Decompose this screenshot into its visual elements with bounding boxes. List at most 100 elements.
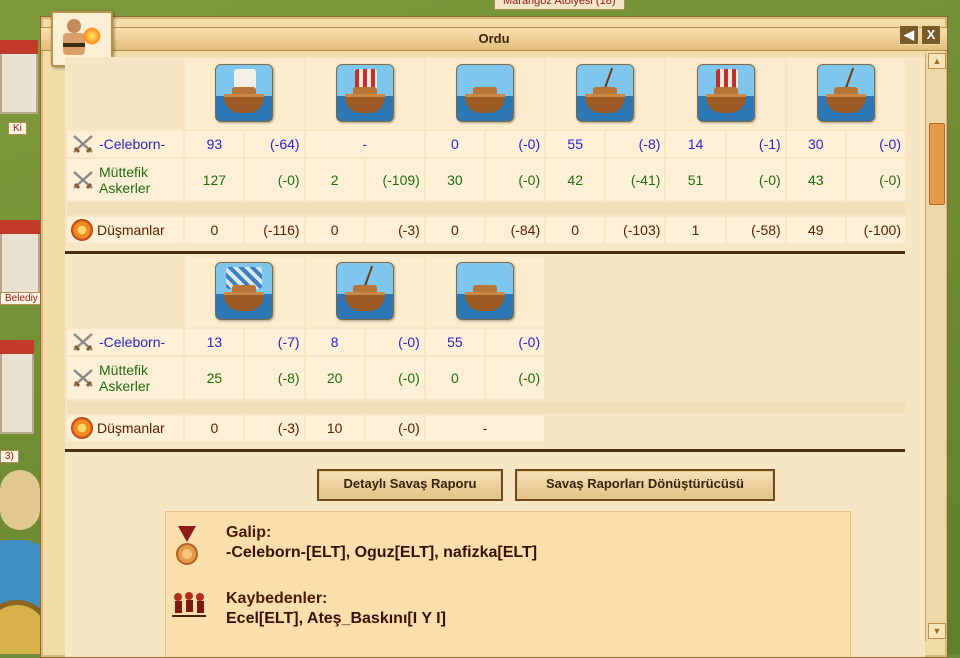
unit-loss: (-0) <box>365 357 424 399</box>
colony-ship-icon <box>215 261 274 320</box>
unit-count: 51 <box>666 159 725 201</box>
allies-row: Müttefik Askerler 25 (-8) 20 (-0) 0 (-0) <box>67 357 905 399</box>
enemies-row: Düşmanlar 0 (-3) 10 (-0) - <box>67 415 905 441</box>
unit-loss: (-0) <box>726 159 785 201</box>
unit-loss: (-64) <box>245 131 304 157</box>
unit-cell[interactable] <box>305 59 424 129</box>
unit-count: 14 <box>666 131 725 157</box>
player-name-link[interactable]: -Celeborn- <box>99 334 165 350</box>
unit-count: 13 <box>185 329 244 355</box>
map-building-label[interactable]: 3) <box>0 450 19 463</box>
unit-count: 10 <box>305 415 364 441</box>
winners-title: Galip: <box>226 524 272 541</box>
enemies-label: Düşmanlar <box>97 420 165 436</box>
unit-count: 8 <box>305 329 364 355</box>
map-building-label[interactable]: Belediy <box>0 292 43 305</box>
back-button[interactable]: ◀ <box>899 25 919 45</box>
unit-loss: (-3) <box>365 217 424 243</box>
unit-loss: (-0) <box>365 329 424 355</box>
unit-loss: (-0) <box>485 131 545 157</box>
fire-ship-icon <box>335 63 394 122</box>
unit-count: 0 <box>546 217 605 243</box>
player-name-link[interactable]: -Celeborn- <box>99 136 165 152</box>
allies-row: Müttefik Askerler 127 (-0) 2 (-109) 30 (-0) … <box>67 159 905 201</box>
fighting-soldiers-icon <box>172 592 206 617</box>
unit-loss: (-0) <box>485 357 545 399</box>
unit-cell[interactable] <box>546 59 665 129</box>
unit-loss: (-116) <box>245 217 304 243</box>
unit-loss: (-100) <box>846 217 905 243</box>
crossed-swords-icon <box>73 171 93 190</box>
unit-row <box>67 257 905 327</box>
battle-result-panel: Galip: -Celeborn-[ELT], Oguz[ELT], nafiz… <box>165 511 851 657</box>
enemies-row: Düşmanlar 0 (-116) 0 (-3) 0 (-84) 0 (-103) 1… <box>67 217 905 243</box>
battle-table-2: -Celeborn- 13 (-7) 8 (-0) 55 (-0) Müttefik A… <box>65 255 907 443</box>
unit-count: 0 <box>425 131 484 157</box>
unit-loss: (-103) <box>606 217 665 243</box>
unit-loss: (-8) <box>245 357 304 399</box>
unit-loss: (-109) <box>365 159 424 201</box>
unit-loss: (-0) <box>846 159 905 201</box>
enemy-shield-icon <box>71 219 93 241</box>
enemy-shield-icon <box>71 417 93 439</box>
unit-cell[interactable] <box>185 257 304 327</box>
light-ship-icon <box>215 63 274 122</box>
player-row: -Celeborn- 93 (-64) - 0 (-0) 55 (-8) 14 (-1)… <box>67 131 905 157</box>
unit-loss: (-7) <box>245 329 304 355</box>
unit-count: 0 <box>185 217 244 243</box>
battle-table-1: -Celeborn- 93 (-64) - 0 (-0) 55 (-8) 14 (-1)… <box>65 57 907 245</box>
unit-count: 55 <box>425 329 484 355</box>
divider <box>65 251 905 254</box>
unit-loss: (-0) <box>846 131 905 157</box>
unit-loss: (-0) <box>485 329 545 355</box>
fast-transport-icon <box>455 261 514 320</box>
unit-loss: (-41) <box>606 159 665 201</box>
unit-loss: (-0) <box>485 159 545 201</box>
allies-label: Müttefik Askerler <box>99 164 151 196</box>
losers-list[interactable]: Ecel[ELT], Ateş_Baskını[I Y I] <box>226 610 446 628</box>
unit-count: 93 <box>185 131 244 157</box>
unit-count: 42 <box>546 159 605 201</box>
allies-label: Müttefik Askerler <box>99 362 151 394</box>
unit-count: 43 <box>786 159 845 201</box>
unit-count: - <box>425 415 545 441</box>
unit-count: 127 <box>185 159 244 201</box>
report-converter-button[interactable]: Savaş Raporları Dönüştürücüsü <box>515 469 775 501</box>
unit-cell[interactable] <box>666 59 785 129</box>
army-window: Ordu ◀ X -Celeborn- 93 (-64) - 0 (-0) 55… <box>40 11 948 658</box>
trireme-icon <box>696 63 755 122</box>
scroll-thumb[interactable] <box>929 123 945 205</box>
unit-cell[interactable] <box>305 257 424 327</box>
crossed-swords-icon <box>73 333 93 352</box>
unit-loss: (-84) <box>485 217 545 243</box>
crossed-swords-icon <box>73 135 93 154</box>
unit-count: 30 <box>786 131 845 157</box>
unit-row <box>67 59 905 129</box>
scroll-up-icon[interactable]: ▲ <box>928 53 946 69</box>
medal-icon <box>176 526 198 565</box>
unit-cell[interactable] <box>786 59 905 129</box>
unit-cell[interactable] <box>425 59 545 129</box>
unit-count: 20 <box>305 357 364 399</box>
catapult-ship-icon <box>816 63 875 122</box>
unit-cell[interactable] <box>185 59 304 129</box>
unit-count: 49 <box>786 217 845 243</box>
map-building-label[interactable]: Ki <box>8 122 27 135</box>
unit-count: 2 <box>305 159 364 201</box>
unit-count: 0 <box>185 415 244 441</box>
demolition-ship-icon <box>335 261 394 320</box>
map-building-label[interactable]: Marangoz Atölyesi (18) <box>494 0 625 10</box>
bireme-icon <box>576 63 635 122</box>
unit-count: - <box>305 131 424 157</box>
unit-count: 55 <box>546 131 605 157</box>
winners-list[interactable]: -Celeborn-[ELT], Oguz[ELT], nafizka[ELT] <box>226 544 537 562</box>
scroll-down-icon[interactable]: ▼ <box>928 623 946 639</box>
scrollbar[interactable]: ▲ ▼ <box>925 53 946 641</box>
window-title: Ordu <box>41 27 947 51</box>
unit-count: 1 <box>666 217 725 243</box>
detailed-report-button[interactable]: Detaylı Savaş Raporu <box>317 469 503 501</box>
close-button[interactable]: X <box>921 25 941 45</box>
unit-cell[interactable] <box>425 257 545 327</box>
unit-count: 0 <box>425 217 484 243</box>
unit-loss: (-1) <box>726 131 785 157</box>
